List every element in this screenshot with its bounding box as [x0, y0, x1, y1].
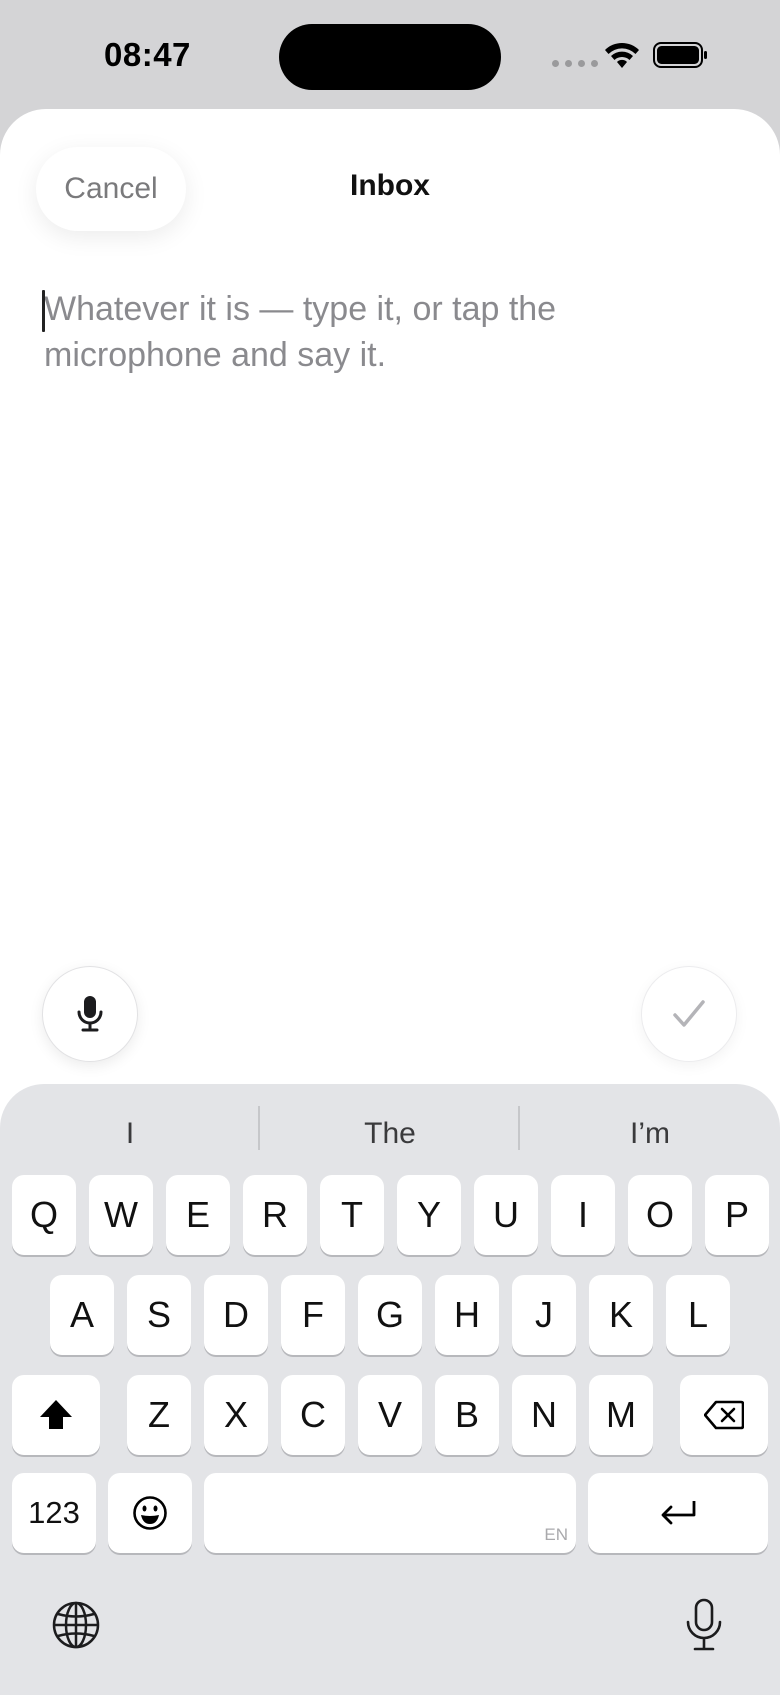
key-r[interactable]: R [243, 1175, 307, 1255]
keyboard: I The I’m Q W E R T Y U I O P A S D F G … [0, 1084, 780, 1695]
return-icon [661, 1501, 696, 1525]
emoji-icon [133, 1496, 167, 1530]
key-m[interactable]: M [589, 1375, 653, 1455]
status-time: 08:47 [104, 36, 191, 73]
key-b[interactable]: B [435, 1375, 499, 1455]
battery-icon [653, 42, 707, 68]
key-j[interactable]: J [512, 1275, 576, 1355]
keyboard-dictation-button[interactable] [678, 1595, 730, 1655]
return-key[interactable] [588, 1473, 768, 1553]
checkmark-icon [673, 1000, 705, 1027]
key-z[interactable]: Z [127, 1375, 191, 1455]
dynamic-island [279, 24, 501, 90]
delete-key[interactable] [680, 1375, 768, 1455]
key-o[interactable]: O [628, 1175, 692, 1255]
key-u[interactable]: U [474, 1175, 538, 1255]
entry-placeholder: Whatever it is — type it, or tap the mic… [44, 290, 557, 374]
key-x[interactable]: X [204, 1375, 268, 1455]
key-t[interactable]: T [320, 1175, 384, 1255]
key-p[interactable]: P [705, 1175, 769, 1255]
key-q[interactable]: Q [12, 1175, 76, 1255]
cellular-signal-icon [552, 60, 598, 67]
key-l[interactable]: L [666, 1275, 730, 1355]
key-d[interactable]: D [204, 1275, 268, 1355]
key-c[interactable]: C [281, 1375, 345, 1455]
key-f[interactable]: F [281, 1275, 345, 1355]
globe-icon [52, 1601, 100, 1649]
entry-field[interactable]: Whatever it is — type it, or tap the mic… [42, 286, 644, 378]
suggestion-2[interactable]: The [260, 1108, 520, 1160]
key-g[interactable]: G [358, 1275, 422, 1355]
shift-icon [40, 1400, 72, 1429]
dictation-button[interactable] [42, 966, 138, 1062]
shift-key[interactable] [12, 1375, 100, 1455]
emoji-key[interactable] [108, 1473, 192, 1553]
key-y[interactable]: Y [397, 1175, 461, 1255]
key-n[interactable]: N [512, 1375, 576, 1455]
suggestion-1[interactable]: I [0, 1108, 260, 1160]
sheet-title: Inbox [350, 169, 430, 202]
key-a[interactable]: A [50, 1275, 114, 1355]
key-h[interactable]: H [435, 1275, 499, 1355]
done-button[interactable] [641, 966, 737, 1062]
microphone-icon [77, 996, 103, 1032]
key-e[interactable]: E [166, 1175, 230, 1255]
key-w[interactable]: W [89, 1175, 153, 1255]
key-k[interactable]: K [589, 1275, 653, 1355]
backspace-icon [704, 1400, 744, 1430]
numbers-key[interactable]: 123 [12, 1473, 96, 1553]
text-caret [42, 290, 45, 332]
globe-button[interactable] [48, 1597, 104, 1653]
key-s[interactable]: S [127, 1275, 191, 1355]
suggestion-3[interactable]: I’m [520, 1108, 780, 1160]
space-language-label: EN [544, 1525, 568, 1544]
space-key[interactable]: EN [204, 1473, 576, 1553]
key-i[interactable]: I [551, 1175, 615, 1255]
wifi-icon [605, 42, 639, 68]
microphone-icon [686, 1598, 722, 1651]
key-v[interactable]: V [358, 1375, 422, 1455]
